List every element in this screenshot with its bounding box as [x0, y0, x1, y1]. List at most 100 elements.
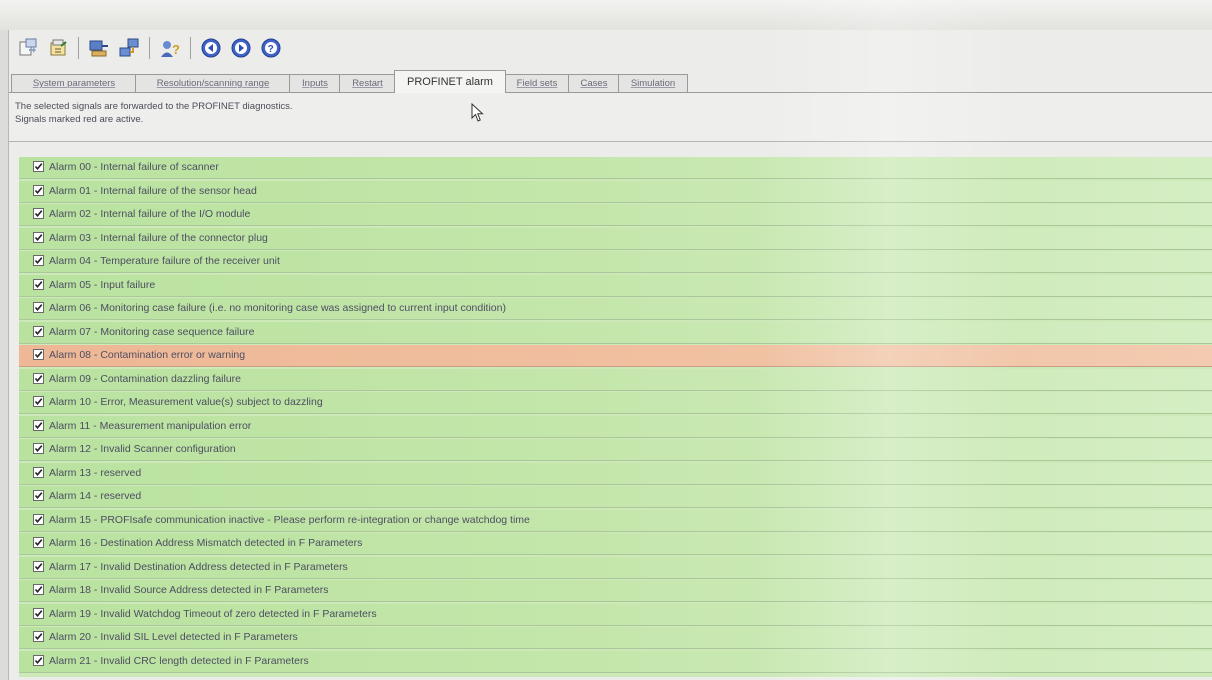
- alarm-checkbox[interactable]: [33, 443, 44, 454]
- alarm-checkbox[interactable]: [33, 326, 44, 337]
- user-help-icon[interactable]: ?: [157, 35, 183, 61]
- import-icon[interactable]: [15, 35, 41, 61]
- checkmark-icon: [34, 563, 43, 571]
- alarm-row[interactable]: Alarm 10 - Error, Measurement value(s) s…: [19, 392, 1212, 414]
- alarm-checkbox[interactable]: [33, 255, 44, 266]
- title-strip: [0, 0, 1212, 30]
- info-text-forwarded: The selected signals are forwarded to th…: [15, 101, 293, 112]
- next-icon[interactable]: [228, 35, 254, 61]
- alarm-row[interactable]: Alarm 01 - Internal failure of the senso…: [19, 181, 1212, 203]
- alarm-label: Alarm 06 - Monitoring case failure (i.e.…: [49, 302, 506, 314]
- checkmark-icon: [34, 281, 43, 289]
- alarm-row[interactable]: Alarm 21 - Invalid CRC length detected i…: [19, 651, 1212, 673]
- alarm-row[interactable]: Alarm 09 - Contamination dazzling failur…: [19, 369, 1212, 391]
- svg-text:?: ?: [172, 42, 180, 57]
- tab-simulation[interactable]: Simulation: [618, 74, 688, 92]
- alarm-checkbox[interactable]: [33, 655, 44, 666]
- toolbar-separator: [149, 37, 150, 59]
- alarm-label: Alarm 16 - Destination Address Mismatch …: [49, 537, 363, 549]
- alarm-checkbox[interactable]: [33, 232, 44, 243]
- checkmark-icon: [34, 351, 43, 359]
- alarm-row[interactable]: Alarm 08 - Contamination error or warnin…: [19, 345, 1212, 367]
- mouse-cursor-icon: [471, 102, 485, 128]
- alarm-checkbox[interactable]: [33, 561, 44, 572]
- toolbar: ? ?: [15, 33, 284, 63]
- checkmark-icon: [34, 234, 43, 242]
- alarm-row[interactable]: Alarm 06 - Monitoring case failure (i.e.…: [19, 298, 1212, 320]
- alarm-checkbox[interactable]: [33, 208, 44, 219]
- checkmark-icon: [34, 445, 43, 453]
- alarm-checkbox[interactable]: [33, 396, 44, 407]
- alarm-row[interactable]: Alarm 17 - Invalid Destination Address d…: [19, 557, 1212, 579]
- alarm-label: Alarm 01 - Internal failure of the senso…: [49, 185, 257, 197]
- alarm-checkbox[interactable]: [33, 302, 44, 313]
- checkmark-icon: [34, 398, 43, 406]
- alarm-checkbox[interactable]: [33, 514, 44, 525]
- alarm-label: Alarm 03 - Internal failure of the conne…: [49, 232, 268, 244]
- previous-icon[interactable]: [198, 35, 224, 61]
- alarm-checkbox[interactable]: [33, 467, 44, 478]
- alarm-row[interactable]: Alarm 02 - Internal failure of the I/O m…: [19, 204, 1212, 226]
- export-icon[interactable]: [45, 35, 71, 61]
- checkmark-icon: [34, 304, 43, 312]
- tab-resolution-scanning-range[interactable]: Resolution/scanning range: [135, 74, 291, 92]
- alarm-row[interactable]: Alarm 14 - reserved: [19, 486, 1212, 508]
- svg-text:?: ?: [268, 44, 274, 55]
- checkmark-icon: [34, 328, 43, 336]
- app-window: ? ? System parameters Resolution/scannin…: [8, 30, 1212, 680]
- alarm-row[interactable]: Alarm 13 - reserved: [19, 463, 1212, 485]
- alarm-row[interactable]: Alarm 11 - Measurement manipulation erro…: [19, 416, 1212, 438]
- alarm-checkbox[interactable]: [33, 185, 44, 196]
- checkmark-icon: [34, 539, 43, 547]
- alarm-list: Alarm 00 - Internal failure of scanner Al…: [19, 157, 1212, 677]
- alarm-checkbox[interactable]: [33, 161, 44, 172]
- tab-cases[interactable]: Cases: [568, 74, 620, 92]
- tab-bar: System parameters Resolution/scanning ra…: [9, 70, 1212, 93]
- alarm-row[interactable]: Alarm 07 - Monitoring case sequence fail…: [19, 322, 1212, 344]
- help-icon[interactable]: ?: [258, 35, 284, 61]
- alarm-label: Alarm 10 - Error, Measurement value(s) s…: [49, 396, 323, 408]
- alarm-checkbox[interactable]: [33, 537, 44, 548]
- alarm-label: Alarm 12 - Invalid Scanner configuration: [49, 443, 236, 455]
- alarm-row[interactable]: Alarm 19 - Invalid Watchdog Timeout of z…: [19, 604, 1212, 626]
- alarm-checkbox[interactable]: [33, 631, 44, 642]
- alarm-row[interactable]: Alarm 05 - Input failure: [19, 275, 1212, 297]
- checkmark-icon: [34, 422, 43, 430]
- alarm-label: Alarm 05 - Input failure: [49, 279, 156, 291]
- tab-system-parameters[interactable]: System parameters: [11, 74, 137, 92]
- alarm-checkbox[interactable]: [33, 349, 44, 360]
- alarm-checkbox[interactable]: [33, 584, 44, 595]
- alarm-label: Alarm 02 - Internal failure of the I/O m…: [49, 208, 251, 220]
- alarm-checkbox[interactable]: [33, 490, 44, 501]
- alarm-checkbox[interactable]: [33, 420, 44, 431]
- alarm-row[interactable]: Alarm 15 - PROFIsafe communication inact…: [19, 510, 1212, 532]
- alarm-row[interactable]: Alarm 16 - Destination Address Mismatch …: [19, 533, 1212, 555]
- alarm-row[interactable]: Alarm 12 - Invalid Scanner configuration: [19, 439, 1212, 461]
- checkmark-icon: [34, 187, 43, 195]
- tab-field-sets[interactable]: Field sets: [504, 74, 570, 92]
- alarm-row[interactable]: Alarm 18 - Invalid Source Address detect…: [19, 580, 1212, 602]
- alarm-label: Alarm 19 - Invalid Watchdog Timeout of z…: [49, 608, 377, 620]
- checkmark-icon: [34, 586, 43, 594]
- alarm-checkbox[interactable]: [33, 279, 44, 290]
- tab-profinet-alarm[interactable]: PROFINET alarm: [394, 70, 506, 93]
- checkmark-icon: [34, 210, 43, 218]
- alarm-label: Alarm 14 - reserved: [49, 490, 142, 502]
- alarm-row[interactable]: Alarm 00 - Internal failure of scanner: [19, 157, 1212, 179]
- alarm-checkbox[interactable]: [33, 373, 44, 384]
- tab-inputs[interactable]: Inputs: [289, 74, 341, 92]
- info-text-active: Signals marked red are active.: [15, 114, 144, 125]
- alarm-checkbox[interactable]: [33, 608, 44, 619]
- alarm-row[interactable]: Alarm 04 - Temperature failure of the re…: [19, 251, 1212, 273]
- alarm-row[interactable]: Alarm 03 - Internal failure of the conne…: [19, 228, 1212, 250]
- checkmark-icon: [34, 492, 43, 500]
- checkmark-icon: [34, 610, 43, 618]
- checkmark-icon: [34, 633, 43, 641]
- network-icon[interactable]: [116, 35, 142, 61]
- checkmark-icon: [34, 516, 43, 524]
- connect-icon[interactable]: [86, 35, 112, 61]
- info-panel: The selected signals are forwarded to th…: [9, 93, 1212, 142]
- alarm-row[interactable]: Alarm 20 - Invalid SIL Level detected in…: [19, 627, 1212, 649]
- alarm-label: Alarm 18 - Invalid Source Address detect…: [49, 584, 329, 596]
- tab-restart[interactable]: Restart: [339, 74, 396, 92]
